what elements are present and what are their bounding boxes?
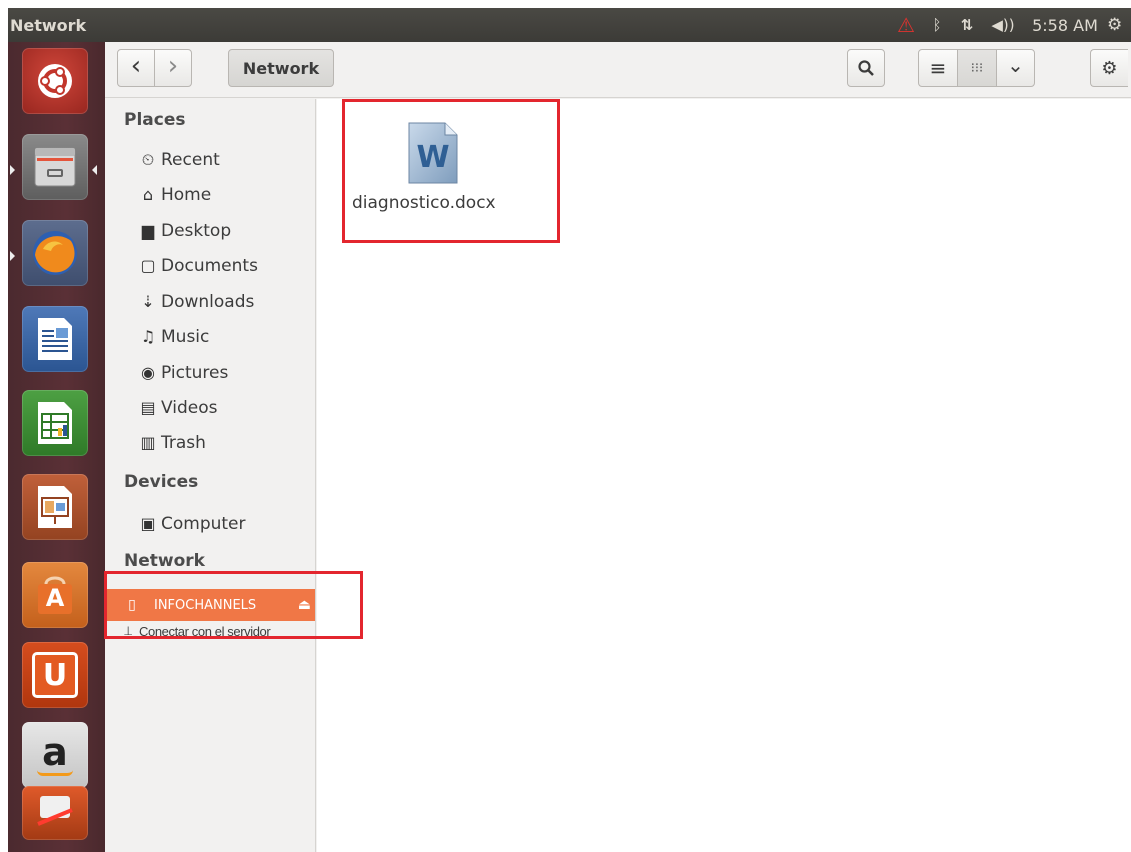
sidebar-item-label: Recent [161,149,220,170]
forward-button[interactable]: › [154,49,192,87]
sidebar-item-videos[interactable]: ▤ Videos [105,391,315,424]
libreoffice-writer-button[interactable] [22,306,88,372]
ubuntu-one-button[interactable]: U [22,642,88,708]
sidebar-item-label: Home [161,184,212,205]
amazon-icon: a [42,730,68,774]
document-icon: ▢ [140,256,156,275]
sidebar-item-label: Documents [161,255,258,276]
files-button[interactable] [22,134,88,200]
sidebar-heading-devices: Devices [124,472,199,492]
home-icon: ⌂ [142,185,154,204]
amazon-button[interactable]: a [22,722,88,788]
focused-indicator [92,165,97,175]
top-panel: Network ⚠ ᛒ ⇅ ◀)) 5:58 AM ⚙ [8,8,1131,42]
clock[interactable]: 5:58 AM [1023,8,1107,42]
system-tray: ⚠ ᛒ ⇅ ◀)) 5:58 AM ⚙ [889,8,1131,42]
bluetooth-icon[interactable]: ᛒ [923,8,951,42]
writer-icon [38,318,72,360]
computer-icon: ▣ [140,514,156,533]
sidebar-item-label: Music [161,326,210,347]
settings-button[interactable]: ⚙ [1090,49,1128,87]
running-indicator [10,165,15,175]
sidebar-item-label: Downloads [161,291,255,312]
sidebar-item-home[interactable]: ⌂ Home [105,178,315,211]
software-center-letter: A [45,584,65,612]
sidebar-item-label: Trash [161,432,206,453]
trash-icon: ▥ [140,433,156,452]
ubuntu-logo-icon [38,64,72,98]
launcher: A U a [8,42,105,852]
ubuntu-one-icon: U [32,652,78,698]
grid-icon: ⁝⁝⁝ [970,60,984,76]
download-icon: ⇣ [141,292,155,311]
updater-icon [37,796,73,826]
highlight-box [342,99,560,243]
sidebar-item-recent[interactable]: ⏲ Recent [105,143,315,176]
list-view-button[interactable]: ≡ [918,49,958,87]
network-arrows-icon[interactable]: ⇅ [951,8,983,42]
chevron-down-icon: ⌄ [1007,53,1024,77]
running-indicator [10,251,15,261]
sidebar-item-label: Pictures [161,362,229,383]
list-icon: ≡ [929,56,947,80]
libreoffice-impress-button[interactable] [22,474,88,540]
file-cabinet-icon [34,147,76,187]
forward-icon: › [167,51,179,81]
firefox-icon [33,231,77,275]
film-icon: ▤ [140,398,156,417]
file-manager-window: ‹ › Network ≡ ⁝⁝⁝ ⌄ ⚙ Places ⏲ Recent ⌂ … [105,42,1131,852]
sidebar-item-downloads[interactable]: ⇣ Downloads [105,285,315,318]
sidebar-item-music[interactable]: ♫ Music [105,320,315,353]
clock-icon: ⏲ [141,149,155,169]
grid-view-button[interactable]: ⁝⁝⁝ [957,49,997,87]
impress-icon [38,486,72,528]
calc-icon [38,402,72,444]
gear-icon: ⚙ [1101,57,1118,79]
amazon-smile-icon [37,770,73,776]
sidebar-item-label: Desktop [161,220,232,241]
volume-icon[interactable]: ◀)) [983,8,1023,42]
search-button[interactable] [847,49,885,87]
warning-triangle-icon[interactable]: ⚠ [889,8,923,42]
sidebar-heading-places: Places [124,110,186,130]
camera-icon: ◉ [141,363,155,382]
firefox-button[interactable] [22,220,88,286]
sidebar-item-pictures[interactable]: ◉ Pictures [105,356,315,389]
libreoffice-calc-button[interactable] [22,390,88,456]
highlight-box [104,571,363,639]
sidebar-item-computer[interactable]: ▣ Computer [105,507,315,540]
sidebar: Places ⏲ Recent ⌂ Home ▆ Desktop ▢ Docum… [105,99,316,852]
software-updater-button[interactable] [22,786,88,840]
sidebar-item-documents[interactable]: ▢ Documents [105,249,315,282]
search-icon [858,60,874,76]
sidebar-item-label: Videos [161,397,218,418]
music-icon: ♫ [140,327,156,346]
toolbar: ‹ › Network ≡ ⁝⁝⁝ ⌄ ⚙ [105,42,1131,98]
ubuntu-dash-button[interactable] [22,48,88,114]
sidebar-item-label: Computer [161,513,246,534]
sidebar-item-trash[interactable]: ▥ Trash [105,426,315,459]
sidebar-heading-network: Network [124,551,205,571]
back-icon: ‹ [130,51,142,81]
view-options-button[interactable]: ⌄ [996,49,1035,87]
sidebar-item-desktop[interactable]: ▆ Desktop [105,214,315,247]
window-title: Network [10,15,87,35]
back-button[interactable]: ‹ [117,49,155,87]
path-bar-network[interactable]: Network [228,49,334,87]
software-center-button[interactable]: A [22,562,88,628]
folder-icon: ▆ [141,221,155,240]
power-gear-icon[interactable]: ⚙ [1107,8,1131,42]
